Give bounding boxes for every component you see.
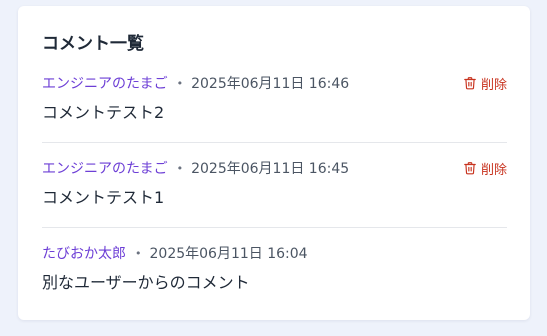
comment-timestamp: 2025年06月11日 16:04 <box>149 246 308 262</box>
section-title: コメント一覧 <box>42 34 144 54</box>
comment-meta: たびおか太郎 • 2025年06月11日 16:04 <box>42 243 308 263</box>
trash-icon <box>464 162 476 175</box>
comment-author[interactable]: たびおか太郎 <box>42 243 126 263</box>
comment-author[interactable]: エンジニアのたまご <box>42 73 168 93</box>
separator-dot: • <box>176 161 184 175</box>
delete-button[interactable]: 削除 <box>463 158 507 178</box>
comment-body: コメントテスト1 <box>42 188 165 207</box>
comments-card: コメント一覧 エンジニアのたまご • 2025年06月11日 16:46 削除 … <box>18 6 530 320</box>
comment-meta: エンジニアのたまご • 2025年06月11日 16:46 <box>42 73 349 93</box>
separator-dot: • <box>135 246 142 260</box>
divider <box>42 142 507 143</box>
delete-label: 削除 <box>480 77 507 93</box>
comment-meta: エンジニアのたまご • 2025年06月11日 16:45 <box>42 158 349 178</box>
comment-timestamp: 2025年06月11日 16:45 <box>191 161 350 177</box>
delete-label: 削除 <box>480 162 507 178</box>
comment-timestamp: 2025年06月11日 16:46 <box>191 76 350 92</box>
comment-author[interactable]: エンジニアのたまご <box>42 158 168 178</box>
divider <box>42 227 507 228</box>
trash-icon <box>464 77 476 90</box>
delete-button[interactable]: 削除 <box>463 73 507 93</box>
comment-body: 別なユーザーからのコメント <box>42 273 250 292</box>
comment-body: コメントテスト2 <box>42 103 165 122</box>
separator-dot: • <box>176 76 184 90</box>
